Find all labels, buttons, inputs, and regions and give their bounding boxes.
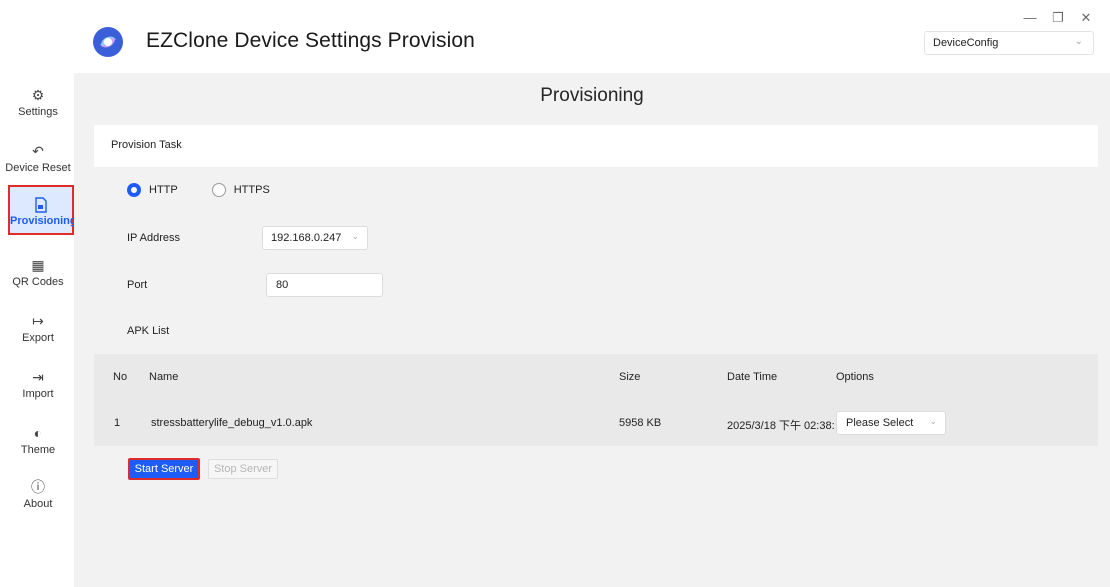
apk-table: No Name Size Date Time Options 1 stressb… — [94, 354, 1098, 446]
app-title: EZClone Device Settings Provision — [146, 29, 475, 52]
cell-name: stressbatterylife_debug_v1.0.apk — [151, 417, 313, 429]
options-select-value: Please Select — [846, 417, 914, 429]
sidebar-item-provisioning[interactable]: Provisioning — [8, 185, 77, 235]
sidebar-item-theme[interactable]: ◐ Theme — [4, 417, 72, 467]
import-arrow-icon: ⇥ — [32, 369, 44, 385]
half-circle-icon: ◐ — [33, 425, 43, 441]
sidebar-item-about[interactable]: ⓘ About — [4, 471, 72, 521]
export-arrow-icon: ↦ — [32, 313, 44, 329]
sidebar-item-label: QR Codes — [12, 276, 64, 288]
chevron-down-icon: ⌄ — [929, 416, 937, 426]
file-lock-icon — [10, 194, 72, 214]
sidebar-item-export[interactable]: ↦ Export — [4, 305, 72, 355]
start-server-button[interactable]: Start Server — [128, 458, 200, 480]
info-icon: ⓘ — [31, 479, 45, 495]
task-title: Provision Task — [111, 139, 182, 151]
radio-unchecked-icon[interactable] — [211, 183, 226, 197]
cell-size: 5958 KB — [619, 417, 662, 429]
title-bar: EZClone Device Settings Provision Device… — [0, 0, 1110, 73]
undo-icon: ↶ — [32, 143, 44, 159]
radio-https-label: HTTPS — [233, 184, 270, 196]
apk-list-label: APK List — [127, 325, 170, 337]
radio-https[interactable]: HTTPS — [211, 183, 270, 197]
column-header-options: Options — [836, 371, 874, 383]
column-header-name: Name — [149, 371, 179, 383]
device-config-value: DeviceConfig — [933, 37, 999, 49]
minimize-icon[interactable]: — — [1016, 8, 1044, 28]
sidebar-item-label: Export — [22, 332, 54, 344]
stop-server-button[interactable]: Stop Server — [208, 459, 278, 479]
port-label: Port — [127, 279, 148, 291]
sidebar: ⚙ Settings ↶ Device Reset Provisioning ▦… — [0, 73, 77, 587]
sidebar-item-settings[interactable]: ⚙ Settings — [4, 79, 72, 129]
column-header-date-time: Date Time — [727, 371, 778, 383]
options-select[interactable]: Please Select ⌄ — [836, 411, 946, 435]
sidebar-item-label: Import — [22, 388, 54, 400]
provision-task-card: Provision Task — [94, 125, 1098, 167]
gear-icon: ⚙ — [31, 87, 45, 103]
column-header-no: No — [113, 371, 128, 383]
chevron-down-icon: ⌄ — [1074, 36, 1083, 47]
port-input[interactable]: 80 — [266, 273, 383, 297]
radio-http[interactable]: HTTP — [127, 183, 178, 197]
sidebar-item-label: Settings — [18, 106, 58, 118]
app-logo-icon — [93, 27, 123, 57]
chevron-down-icon: ⌄ — [351, 231, 359, 241]
radio-checked-icon[interactable] — [127, 183, 141, 197]
sidebar-item-label: Provisioning — [10, 215, 77, 227]
page-title: Provisioning — [540, 85, 644, 106]
cell-no: 1 — [114, 417, 121, 429]
qr-code-icon: ▦ — [31, 257, 45, 273]
sidebar-item-label: About — [23, 498, 53, 510]
port-value: 80 — [276, 279, 289, 291]
device-config-select[interactable]: DeviceConfig ⌄ — [924, 31, 1094, 55]
sidebar-item-import[interactable]: ⇥ Import — [4, 361, 72, 411]
column-header-size: Size — [619, 371, 641, 383]
cell-date-time: 2025/3/18 下午 02:38: — [727, 420, 835, 432]
restore-icon[interactable]: ❐ — [1044, 8, 1072, 28]
sidebar-item-label: Theme — [20, 444, 56, 456]
sidebar-item-label: Device Reset — [5, 162, 71, 174]
ip-address-select[interactable]: 192.168.0.247 ⌄ — [262, 226, 368, 250]
ip-address-value: 192.168.0.247 — [271, 232, 342, 244]
protocol-radio-group: HTTP HTTPS — [127, 183, 304, 197]
window-controls: — ❐ ✕ — [1016, 8, 1100, 28]
main-panel: Provisioning Provision Task HTTP HTTPS I… — [74, 73, 1110, 587]
sidebar-item-qr-codes[interactable]: ▦ QR Codes — [4, 249, 72, 299]
sidebar-item-device-reset[interactable]: ↶ Device Reset — [4, 135, 72, 185]
radio-http-label: HTTP — [149, 184, 178, 196]
close-icon[interactable]: ✕ — [1072, 8, 1100, 28]
ip-address-label: IP Address — [127, 232, 180, 244]
